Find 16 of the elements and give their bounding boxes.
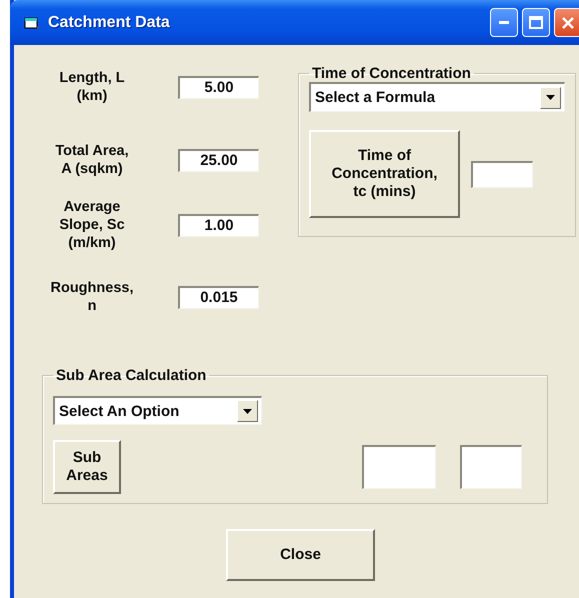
close-dialog-button[interactable]: Close	[226, 529, 375, 581]
field-label: Total Area, A (sqkm)	[54, 142, 130, 178]
input-field[interactable]: 5.00	[178, 76, 259, 98]
sub-areas-button[interactable]: Sub Areas	[53, 440, 121, 494]
field-label: Roughness, n	[50, 279, 134, 315]
field-label: Average Slope, Sc (m/km)	[58, 198, 126, 252]
input-field[interactable]: 25.00	[178, 148, 259, 172]
group-title: Time of Concentration	[311, 65, 472, 82]
input-field[interactable]: 0.015	[178, 286, 259, 308]
input-field[interactable]: 1.00	[178, 214, 259, 236]
field-label: Length, L (km)	[58, 69, 126, 105]
window-title: Catchment Data	[48, 14, 170, 32]
calculate-button[interactable]: Time of Concentration, tc (mins)	[309, 130, 460, 218]
group-title: Sub Area Calculation	[55, 367, 208, 384]
formula-dropdown[interactable]: Select a Formula	[309, 82, 565, 112]
option-dropdown[interactable]: Select An Option	[53, 396, 262, 425]
